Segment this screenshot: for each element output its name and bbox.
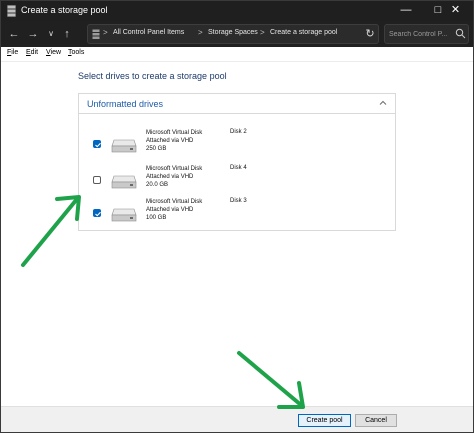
menu-file[interactable]: File: [7, 49, 18, 56]
title-bar: Create a storage pool — □ ✕: [1, 1, 473, 21]
recent-locations-button[interactable]: ∨: [43, 26, 59, 42]
menu-tools-label: ools: [71, 49, 85, 56]
menu-view[interactable]: View: [46, 49, 61, 56]
chevron-down-icon: ∨: [48, 29, 54, 38]
close-button[interactable]: ✕: [438, 1, 473, 21]
hard-disk-icon: [111, 139, 137, 153]
cancel-button[interactable]: Cancel: [355, 414, 397, 427]
create-pool-button[interactable]: Create pool: [298, 414, 351, 427]
breadcrumb-all-control-panel-items[interactable]: All Control Panel Items: [113, 29, 184, 36]
drive-info: Microsoft Virtual Disk Attached via VHD …: [146, 198, 202, 222]
back-button[interactable]: ←: [6, 26, 22, 42]
hard-disk-icon: [111, 175, 137, 189]
drive-size: 20.0 GB: [146, 182, 169, 188]
search-icon: [455, 28, 466, 39]
refresh-button[interactable]: ↻: [362, 26, 378, 42]
group-header[interactable]: Unformatted drives: [79, 94, 395, 114]
storage-spaces-icon: [7, 5, 16, 17]
search-input[interactable]: [389, 28, 453, 40]
drive-name: Microsoft Virtual Disk: [146, 166, 203, 172]
menu-file-label: ile: [11, 49, 19, 56]
menu-view-label: iew: [50, 49, 62, 56]
close-icon: ✕: [450, 4, 461, 16]
control-panel-icon: [92, 29, 100, 39]
drive-label: Disk 2: [230, 129, 247, 135]
hard-disk-icon: [111, 208, 137, 222]
forward-button[interactable]: →: [25, 26, 41, 42]
breadcrumb-separator: >: [198, 28, 203, 37]
drive-info: Microsoft Virtual Disk Attached via VHD …: [146, 129, 202, 153]
menu-edit-label: dit: [30, 49, 39, 56]
drive-name: Microsoft Virtual Disk: [146, 199, 203, 205]
drive-size: 100 GB: [146, 215, 167, 221]
window-title: Create a storage pool: [21, 5, 108, 15]
drive-info: Microsoft Virtual Disk Attached via VHD …: [146, 165, 202, 189]
minimize-button[interactable]: —: [389, 1, 423, 21]
drive-checkbox-disk-4[interactable]: [93, 176, 101, 184]
drive-row-disk-2: Microsoft Virtual Disk Attached via VHD …: [79, 128, 395, 162]
breadcrumb-separator: >: [260, 28, 265, 37]
drive-label: Disk 4: [230, 165, 247, 171]
arrow-left-icon: ←: [8, 28, 20, 40]
drive-row-disk-4: Microsoft Virtual Disk Attached via VHD …: [79, 164, 395, 198]
drive-attachment: Attached via VHD: [146, 207, 194, 213]
refresh-icon: ↻: [365, 28, 375, 40]
chevron-up-icon[interactable]: [378, 98, 388, 108]
annotation-arrow-icon: [21, 195, 81, 267]
checkmark-icon: [95, 142, 101, 148]
arrow-right-icon: →: [27, 28, 39, 40]
breadcrumb-storage-spaces[interactable]: Storage Spaces: [208, 29, 258, 36]
menu-tools[interactable]: Tools: [68, 49, 84, 56]
search-box[interactable]: [384, 24, 469, 44]
drive-checkbox-disk-2[interactable]: [93, 140, 101, 148]
drive-size: 250 GB: [146, 146, 167, 152]
drive-label: Disk 3: [230, 198, 247, 204]
breadcrumb-create-storage-pool[interactable]: Create a storage pool: [270, 29, 337, 36]
menu-edit[interactable]: Edit: [26, 49, 38, 56]
drive-checkbox-disk-3[interactable]: [93, 209, 101, 217]
group-title: Unformatted drives: [87, 99, 164, 109]
arrow-up-icon: ↑: [64, 28, 70, 40]
navigation-bar: ← → ∨ ↑ > All Control Panel Items > Stor…: [1, 21, 473, 47]
page-heading: Select drives to create a storage pool: [78, 71, 227, 81]
drive-row-disk-3: Microsoft Virtual Disk Attached via VHD …: [79, 197, 395, 231]
drive-attachment: Attached via VHD: [146, 174, 194, 180]
up-button[interactable]: ↑: [59, 26, 75, 42]
annotation-arrow-icon: [237, 351, 305, 409]
address-bar[interactable]: > All Control Panel Items > Storage Spac…: [87, 24, 446, 44]
checkmark-icon: [95, 211, 101, 217]
minimize-icon: —: [400, 4, 412, 16]
breadcrumb-separator: >: [103, 28, 108, 37]
menu-bar: File Edit View Tools: [1, 47, 473, 62]
unformatted-drives-group: Unformatted drives Microsoft Virtual Dis…: [78, 93, 396, 231]
drive-attachment: Attached via VHD: [146, 138, 194, 144]
create-storage-pool-window: Create a storage pool — □ ✕ ← → ∨ ↑ > Al…: [0, 0, 474, 433]
drive-name: Microsoft Virtual Disk: [146, 130, 203, 136]
